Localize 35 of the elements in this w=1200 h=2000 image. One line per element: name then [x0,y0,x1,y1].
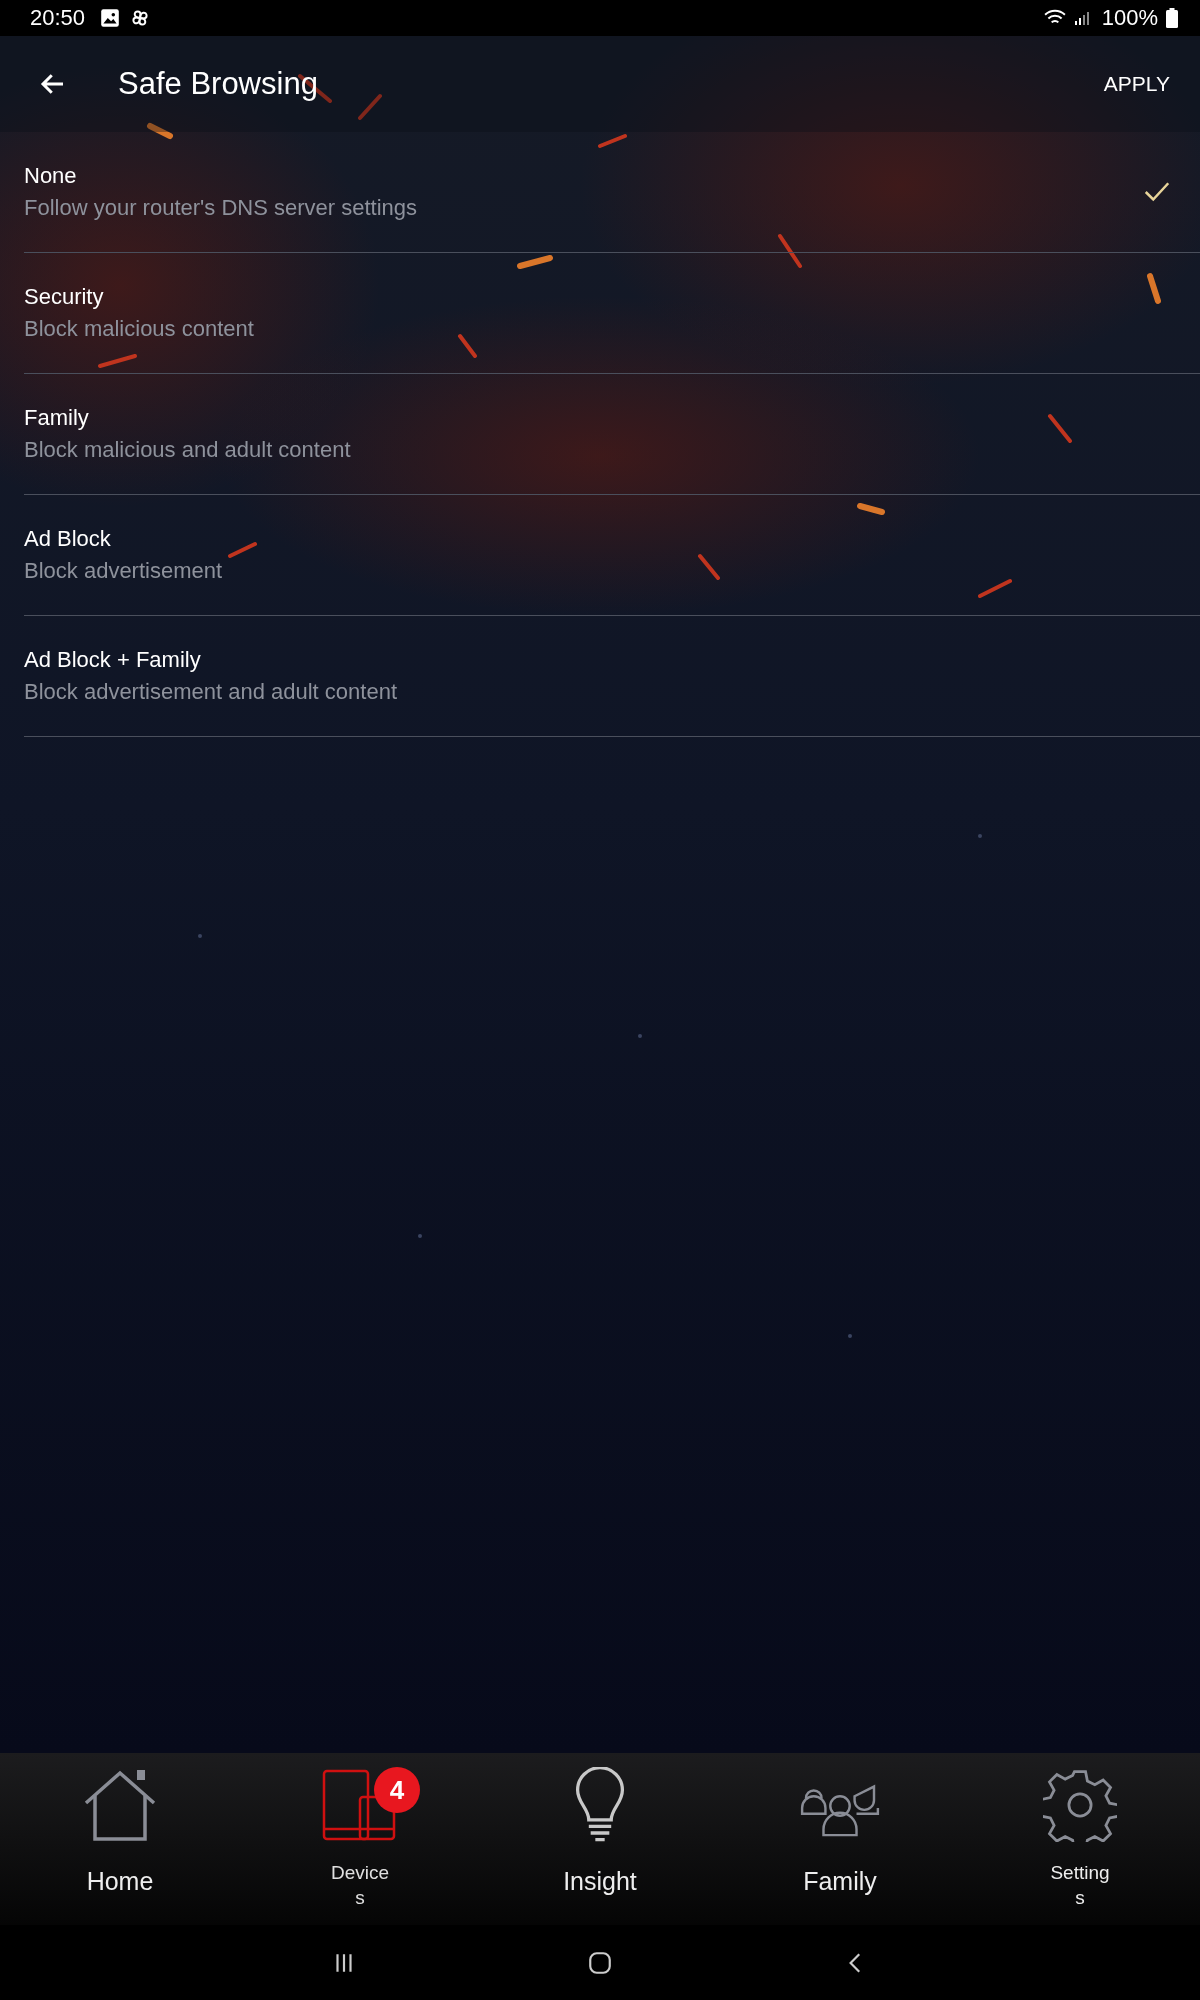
option-description: Follow your router's DNS server settings [24,195,417,221]
settings-icon [1043,1768,1117,1842]
count-badge: 4 [374,1767,420,1813]
nav-label: Home [86,1867,154,1896]
option-title: Security [24,284,104,310]
option-description: Block malicious content [24,316,254,342]
screen-title: Safe Browsing [118,66,318,102]
nav-label: Insight [563,1867,637,1896]
option-item[interactable]: Ad Block + Family Block advertisement and adult content [24,616,1200,737]
nav-tab[interactable]: 4 Devices [240,1753,480,1925]
option-item[interactable]: None Follow your router's DNS server settings [24,132,1200,253]
gallery-icon [99,7,122,29]
option-item[interactable]: Family Block malicious and adult content [24,374,1200,495]
option-description: Block advertisement [24,558,223,584]
option-title: Ad Block [24,526,111,552]
option-title: None [24,163,77,189]
nav-label: Settings [1049,1861,1111,1910]
option-item[interactable]: Ad Block Block advertisement [24,495,1200,616]
apply-button[interactable]: APPLY [1103,66,1170,102]
nav-label: Devices [329,1861,391,1910]
nav-tab[interactable]: Settings [960,1753,1200,1925]
battery-icon [1166,8,1178,28]
signal-icon [1073,10,1090,26]
option-description: Block advertisement and adult content [24,679,397,705]
nav-tab[interactable]: Family [720,1753,960,1925]
option-description: Block malicious and adult content [24,437,351,463]
option-title: Ad Block + Family [24,647,201,673]
nav-label: Family [803,1867,877,1896]
home-icon[interactable] [587,1949,613,1976]
nav-tab[interactable]: Insight [480,1753,720,1925]
battery-level: 100% [1101,5,1158,31]
clock: 20:50 [30,5,86,31]
option-title: Family [24,405,89,431]
option-item[interactable]: Security Block malicious content [24,253,1200,374]
nav-tab[interactable]: Home [0,1753,240,1925]
